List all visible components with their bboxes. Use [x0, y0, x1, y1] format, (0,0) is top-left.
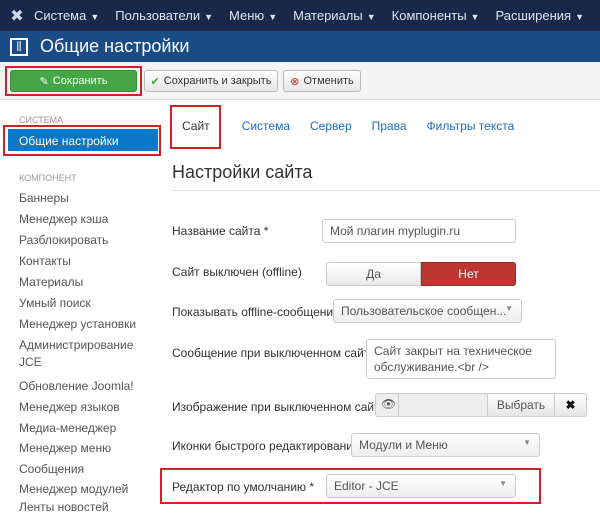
page-title: Общие настройки — [40, 36, 190, 56]
sidebar-item[interactable]: Медиа-менеджер — [19, 421, 116, 435]
cancel-icon: ⊗ — [290, 75, 300, 88]
select-image-button[interactable]: Выбрать — [487, 393, 555, 417]
show-offline-select[interactable]: Пользовательское сообщен... ▼ — [333, 299, 522, 323]
sidebar-item[interactable]: Умный поиск — [19, 296, 91, 310]
nav-label: Материалы — [293, 8, 363, 23]
caret-down-icon: ▼ — [90, 12, 100, 22]
settings-sliders-icon: ⫼ — [10, 37, 28, 56]
highlight-save — [5, 66, 142, 96]
nav-menu-content[interactable]: Материалы ▼ — [293, 8, 376, 23]
clear-image-icon[interactable]: ✖ — [554, 393, 587, 417]
nav-menu-system[interactable]: Система ▼ — [34, 8, 99, 23]
tab-bar: Сайт Система Сервер Права Фильтры текста — [170, 104, 534, 148]
divider — [172, 190, 600, 191]
nav-menu-menus[interactable]: Меню ▼ — [229, 8, 277, 23]
offline-yes-button[interactable]: Да — [326, 262, 421, 286]
cancel-label: Отменить — [303, 75, 354, 87]
site-name-label: Название сайта * — [172, 224, 269, 238]
caret-down-icon: ▼ — [204, 12, 214, 22]
section-title: Настройки сайта — [172, 162, 313, 182]
offline-msg-textarea[interactable]: Сайт закрыт на техническое обслуживание.… — [366, 339, 556, 379]
edit-icons-select[interactable]: Модули и Меню ▼ — [351, 433, 540, 457]
sidebar-item[interactable]: Разблокировать — [19, 233, 108, 247]
sidebar-item[interactable]: Администрирование JCE — [19, 337, 139, 371]
offline-msg-label: Сообщение при выключенном сайте — [172, 346, 376, 360]
site-name-input[interactable]: Мой плагин myplugin.ru — [322, 219, 516, 243]
nav-label: Расширения — [495, 8, 572, 23]
save-close-label: Сохранить и закрыть — [163, 75, 272, 87]
caret-down-icon: ▼ — [470, 12, 480, 22]
highlight-sidebar — [3, 125, 161, 156]
select-value: Пользовательское сообщен... — [341, 304, 507, 318]
sidebar-item[interactable]: Контакты — [19, 254, 71, 268]
edit-icons-label: Иконки быстрого редактирования — [172, 439, 360, 453]
nav-label: Меню — [229, 8, 265, 23]
sidebar-item[interactable]: Баннеры — [19, 191, 69, 205]
highlight-editor — [160, 468, 541, 504]
nav-menu-users[interactable]: Пользователи ▼ — [115, 8, 213, 23]
save-close-button[interactable]: ✔ Сохранить и закрыть — [144, 70, 278, 92]
sidebar-item[interactable]: Ленты новостей — [19, 500, 109, 514]
nav-label: Система — [33, 8, 87, 23]
sidebar-header-system: Система — [19, 115, 64, 125]
tab-server[interactable]: Сервер — [310, 119, 352, 133]
sidebar-header-component: Компонент — [19, 173, 77, 183]
tab-permissions[interactable]: Права — [372, 119, 407, 133]
top-navbar: ✖ Система ▼ Пользователи ▼ Меню ▼ Материалы… — [0, 0, 600, 31]
nav-menu-components[interactable]: Компоненты ▼ — [392, 8, 480, 23]
preview-eye-icon[interactable]: 👁 — [375, 393, 399, 417]
tab-system[interactable]: Система — [242, 119, 290, 133]
joomla-logo-icon[interactable]: ✖ — [0, 6, 34, 26]
nav-label: Компоненты — [391, 8, 467, 23]
textarea-value: Сайт закрыт на техническое обслуживание.… — [374, 344, 532, 374]
cancel-button[interactable]: ⊗ Отменить — [283, 70, 361, 92]
tab-text-filters[interactable]: Фильтры текста — [427, 119, 515, 133]
caret-down-icon: ▼ — [268, 12, 278, 22]
nav-menu-extensions[interactable]: Расширения ▼ — [495, 8, 584, 23]
caret-down-icon: ▼ — [505, 304, 513, 313]
nav-label: Пользователи — [115, 8, 201, 23]
sidebar-item[interactable]: Менеджер кэша — [19, 212, 108, 226]
sidebar-item[interactable]: Материалы — [19, 275, 83, 289]
caret-down-icon: ▼ — [523, 438, 531, 447]
caret-down-icon: ▼ — [366, 12, 376, 22]
sidebar-item[interactable]: Менеджер меню — [19, 441, 111, 455]
offline-no-button[interactable]: Нет — [421, 262, 516, 286]
caret-down-icon: ▼ — [575, 12, 584, 22]
sidebar-item[interactable]: Менеджер языков — [19, 400, 120, 414]
offline-img-input[interactable] — [398, 393, 488, 417]
check-icon: ✔ — [150, 75, 160, 88]
select-value: Модули и Меню — [359, 438, 448, 452]
sidebar-item[interactable]: Менеджер установки — [19, 317, 136, 331]
show-offline-label: Показывать offline-сообщение — [172, 305, 340, 319]
offline-img-label: Изображение при выключенном сайте — [172, 400, 387, 414]
offline-label: Сайт выключен (offline) — [172, 265, 302, 279]
sidebar-item[interactable]: Сообщения — [19, 462, 84, 476]
page-header: ⫼ Общие настройки — [0, 31, 600, 62]
sidebar-item[interactable]: Обновление Joomla! — [19, 379, 134, 393]
sidebar-item[interactable]: Менеджер модулей — [19, 482, 128, 496]
highlight-tab — [170, 105, 221, 149]
